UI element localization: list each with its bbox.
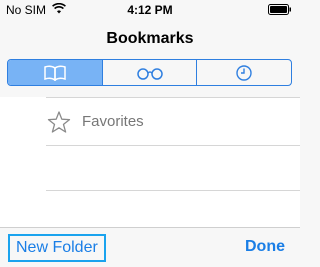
bookmarks-segmented-control [7,59,292,86]
list-divider [46,145,300,146]
reading-glasses-icon [136,67,163,80]
bookmarks-list: Favorites [0,97,300,227]
tab-bookmarks[interactable] [8,60,103,85]
tab-reading-list[interactable] [103,60,198,85]
status-bar: No SIM 4:12 PM [0,0,300,18]
done-button[interactable]: Done [245,238,285,256]
page-title: Bookmarks [106,30,194,47]
bottom-toolbar: New Folder Done [0,227,300,267]
status-time: 4:12 PM [127,3,173,17]
star-icon [47,111,71,133]
book-icon [44,65,66,81]
favorites-label: Favorites [82,113,144,130]
list-divider [46,190,300,191]
battery-icon [268,4,291,15]
tab-history[interactable] [197,60,291,85]
clock-icon [236,64,252,81]
new-folder-button[interactable]: New Folder [8,234,106,262]
list-item-favorites[interactable]: Favorites [0,97,300,145]
